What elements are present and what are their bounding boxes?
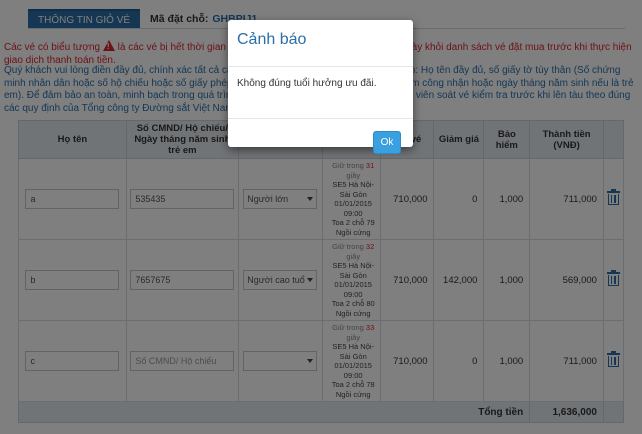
cart-page: THÔNG TIN GIỎ VÉ Mã đặt chỗ:GHBPIJ1 Các … [0,0,642,434]
dialog-divider [228,66,413,67]
warning-dialog: Cảnh báo Không đúng tuổi hưởng ưu đãi. O… [228,20,413,154]
ok-button[interactable]: Ok [373,131,401,154]
dialog-title: Cảnh báo [237,31,307,48]
dialog-message: Không đúng tuổi hưởng ưu đãi. [237,78,377,89]
dialog-divider [228,118,413,119]
